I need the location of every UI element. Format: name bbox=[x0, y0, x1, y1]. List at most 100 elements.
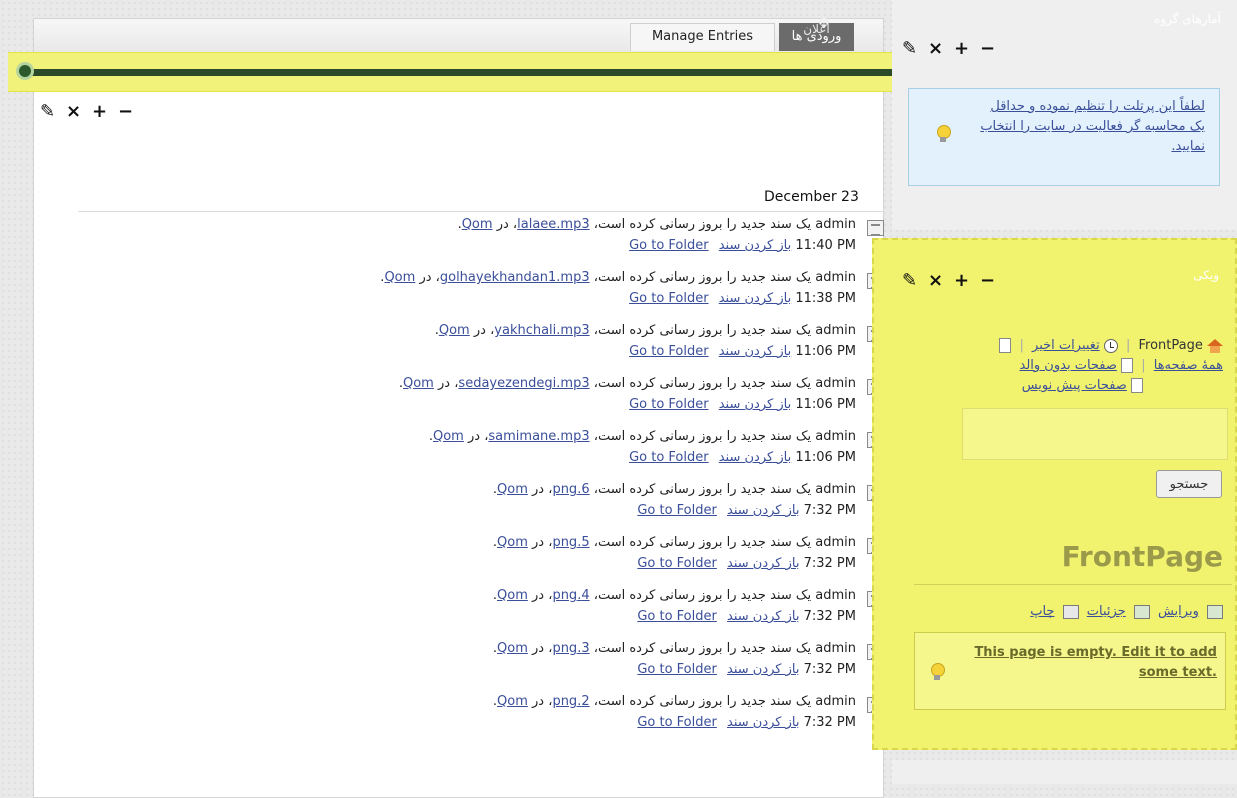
wiki-search-button[interactable]: جستجو bbox=[1156, 470, 1222, 498]
wiki-search-input[interactable] bbox=[962, 408, 1228, 460]
entry-in: در bbox=[532, 535, 545, 550]
entry-file-link[interactable]: 5.png bbox=[552, 535, 589, 550]
open-document-link[interactable]: باز کردن سند bbox=[727, 715, 799, 730]
tab-manage-entries[interactable]: Manage Entries bbox=[630, 23, 775, 51]
edit-empty-page-link[interactable]: This page is empty. Edit it to add some … bbox=[967, 643, 1217, 683]
entry-in: در bbox=[532, 588, 545, 603]
entry-folder-link[interactable]: Qom bbox=[497, 588, 528, 603]
open-document-link[interactable]: باز کردن سند bbox=[719, 291, 791, 306]
page-icon bbox=[1131, 378, 1143, 393]
entry-user: admin bbox=[815, 323, 856, 338]
entry-folder-link[interactable]: Qom bbox=[497, 641, 528, 656]
open-document-link[interactable]: باز کردن سند bbox=[719, 344, 791, 359]
go-to-folder-link[interactable]: Go to Folder bbox=[637, 503, 717, 518]
entry-file-link[interactable]: yakhchali.mp3 bbox=[494, 323, 589, 338]
settings-wrench-icon[interactable]: ✎ bbox=[902, 270, 917, 291]
add-icon[interactable]: + bbox=[954, 270, 969, 291]
entry-folder-link[interactable]: Qom bbox=[497, 694, 528, 709]
entry-folder-link[interactable]: Qom bbox=[384, 270, 415, 285]
entry-time: 7:32 PM bbox=[803, 609, 856, 624]
list-item: admin یک سند جدید را بروز رسانی کرده است… bbox=[78, 429, 884, 471]
configure-portlet-link[interactable]: لطفاً این پرتلت را تنظیم نموده و حداقل ی… bbox=[975, 97, 1205, 157]
close-icon[interactable]: × bbox=[928, 38, 943, 59]
entry-folder-link[interactable]: Qom bbox=[497, 482, 528, 497]
minimize-icon[interactable]: − bbox=[980, 270, 995, 291]
entry-meta: 7:32 PM باز کردن سند Go to Folder bbox=[631, 556, 856, 571]
frontpage-link[interactable]: FrontPage bbox=[1139, 338, 1203, 353]
lightbulb-icon bbox=[929, 663, 945, 683]
entry-text: admin یک سند جدید را بروز رسانی کرده است… bbox=[492, 588, 856, 603]
entry-folder-link[interactable]: Qom bbox=[462, 217, 493, 232]
minimize-icon[interactable]: − bbox=[980, 38, 995, 59]
home-icon bbox=[1207, 338, 1223, 353]
open-document-link[interactable]: باز کردن سند bbox=[719, 397, 791, 412]
open-document-link[interactable]: باز کردن سند bbox=[727, 662, 799, 677]
open-document-link[interactable]: باز کردن سند bbox=[727, 609, 799, 624]
entry-file-link[interactable]: 6.png bbox=[552, 482, 589, 497]
list-item: admin یک سند جدید را بروز رسانی کرده است… bbox=[78, 694, 884, 736]
entry-folder-link[interactable]: Qom bbox=[497, 535, 528, 550]
entry-file-link[interactable]: 2.png bbox=[552, 694, 589, 709]
entry-time: 7:32 PM bbox=[803, 556, 856, 571]
edit-link[interactable]: ویرایش bbox=[1158, 604, 1199, 619]
entry-user: admin bbox=[815, 641, 856, 656]
page-icon bbox=[1121, 358, 1134, 373]
resize-handle-left[interactable] bbox=[16, 62, 34, 80]
entry-file-link[interactable]: lalaee.mp3 bbox=[517, 217, 589, 232]
resize-band[interactable] bbox=[8, 52, 910, 92]
entry-text: admin یک سند جدید را بروز رسانی کرده است… bbox=[492, 694, 856, 709]
entry-in: در bbox=[532, 641, 545, 656]
close-icon[interactable]: × bbox=[928, 270, 943, 291]
entry-meta: 11:06 PM باز کردن سند Go to Folder bbox=[623, 397, 856, 412]
entry-meta: 7:32 PM باز کردن سند Go to Folder bbox=[631, 609, 856, 624]
date-heading: December 23 bbox=[764, 189, 859, 205]
minimize-icon[interactable]: − bbox=[118, 101, 133, 122]
list-item: admin یک سند جدید را بروز رسانی کرده است… bbox=[78, 217, 884, 259]
entry-text: admin یک سند جدید را بروز رسانی کرده است… bbox=[492, 482, 856, 497]
activity-panel-controls: ✎ × + − bbox=[40, 101, 133, 122]
move-icon[interactable]: ✥ bbox=[814, 13, 834, 33]
entry-time: 11:06 PM bbox=[795, 397, 856, 412]
go-to-folder-link[interactable]: Go to Folder bbox=[629, 238, 709, 253]
entry-folder-link[interactable]: Qom bbox=[433, 429, 464, 444]
go-to-folder-link[interactable]: Go to Folder bbox=[629, 344, 709, 359]
all-pages-link[interactable]: همهٔ صفحه‌ها bbox=[1154, 358, 1223, 373]
entry-meta: 7:32 PM باز کردن سند Go to Folder bbox=[631, 662, 856, 677]
go-to-folder-link[interactable]: Go to Folder bbox=[637, 715, 717, 730]
close-icon[interactable]: × bbox=[66, 101, 81, 122]
go-to-folder-link[interactable]: Go to Folder bbox=[637, 556, 717, 571]
open-document-link[interactable]: باز کردن سند bbox=[727, 556, 799, 571]
draft-pages-link[interactable]: صفحات پیش نویس bbox=[1022, 378, 1127, 393]
entry-in: در bbox=[473, 323, 486, 338]
resize-track[interactable] bbox=[24, 69, 896, 76]
print-link[interactable]: چاپ bbox=[1030, 604, 1054, 619]
orphan-pages-link[interactable]: صفحات بدون والد bbox=[1020, 358, 1117, 373]
entry-time: 11:40 PM bbox=[795, 238, 856, 253]
go-to-folder-link[interactable]: Go to Folder bbox=[637, 662, 717, 677]
go-to-folder-link[interactable]: Go to Folder bbox=[629, 397, 709, 412]
go-to-folder-link[interactable]: Go to Folder bbox=[637, 609, 717, 624]
add-icon[interactable]: + bbox=[954, 38, 969, 59]
settings-wrench-icon[interactable]: ✎ bbox=[40, 101, 55, 122]
entry-file-link[interactable]: sedayezendegi.mp3 bbox=[458, 376, 589, 391]
add-icon[interactable]: + bbox=[92, 101, 107, 122]
go-to-folder-link[interactable]: Go to Folder bbox=[629, 291, 709, 306]
entry-file-link[interactable]: golhayekhandan1.mp3 bbox=[440, 270, 590, 285]
recent-changes-link[interactable]: تغییرات اخیر bbox=[1032, 338, 1100, 353]
settings-wrench-icon[interactable]: ✎ bbox=[902, 38, 917, 59]
entry-folder-link[interactable]: Qom bbox=[439, 323, 470, 338]
entry-file-link[interactable]: 4.png bbox=[552, 588, 589, 603]
entry-folder-link[interactable]: Qom bbox=[403, 376, 434, 391]
next-portlet bbox=[892, 760, 1237, 784]
list-item: admin یک سند جدید را بروز رسانی کرده است… bbox=[78, 482, 884, 524]
open-document-link[interactable]: باز کردن سند bbox=[727, 503, 799, 518]
document-icon bbox=[867, 220, 884, 236]
details-link[interactable]: جزئیات bbox=[1087, 604, 1126, 619]
entry-file-link[interactable]: 3.png bbox=[552, 641, 589, 656]
open-document-link[interactable]: باز کردن سند bbox=[719, 450, 791, 465]
wiki-nav: FrontPage | تغییرات اخیر | همهٔ صفحه‌ها … bbox=[893, 336, 1223, 396]
go-to-folder-link[interactable]: Go to Folder bbox=[629, 450, 709, 465]
open-document-link[interactable]: باز کردن سند bbox=[719, 238, 791, 253]
list-item: admin یک سند جدید را بروز رسانی کرده است… bbox=[78, 323, 884, 365]
entry-file-link[interactable]: samimane.mp3 bbox=[488, 429, 589, 444]
